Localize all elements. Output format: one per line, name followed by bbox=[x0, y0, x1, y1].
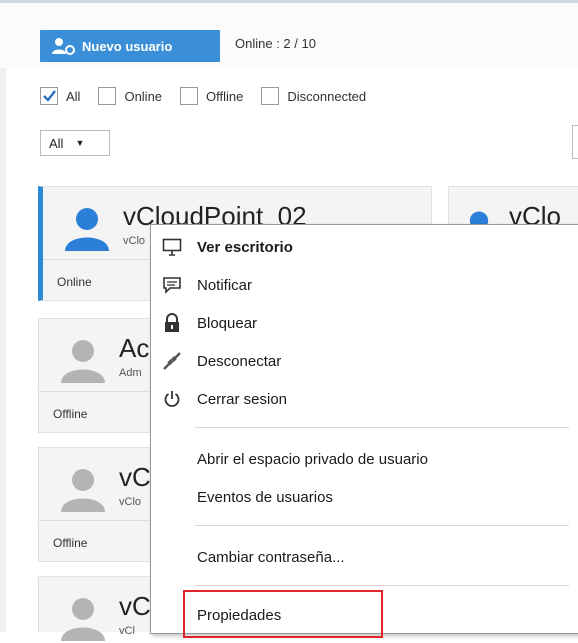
menu-item-lock[interactable]: Bloquear bbox=[151, 305, 571, 341]
group-select-value: All bbox=[49, 135, 64, 151]
menu-item-view-desktop[interactable]: Ver escritorio bbox=[151, 229, 571, 265]
menu-item-label: Ver escritorio bbox=[197, 238, 293, 256]
search-box-edge[interactable] bbox=[572, 125, 578, 159]
filter-offline-checkbox[interactable] bbox=[180, 87, 199, 105]
menu-item-user-events[interactable]: Eventos de usuarios bbox=[151, 479, 571, 515]
user-avatar-icon bbox=[61, 469, 105, 512]
user-avatar-icon bbox=[61, 340, 105, 383]
filter-offline-label: Offline bbox=[206, 88, 244, 104]
menu-item-label: Abrir el espacio privado de usuario bbox=[197, 450, 428, 468]
user-card-name: Ac bbox=[119, 333, 150, 363]
menu-item-label: Bloquear bbox=[197, 314, 258, 332]
online-count: Online : 2 / 10 bbox=[235, 36, 316, 51]
menu-item-label: Cambiar contraseña... bbox=[197, 548, 345, 566]
new-user-label: Nuevo usuario bbox=[82, 38, 173, 54]
menu-item-notify[interactable]: Notificar bbox=[151, 267, 571, 303]
filter-disconnected-checkbox[interactable] bbox=[261, 87, 280, 105]
new-user-button[interactable]: Nuevo usuario bbox=[40, 30, 220, 62]
window-left-edge bbox=[0, 0, 6, 632]
user-avatar-icon bbox=[61, 598, 105, 641]
menu-item-change-password[interactable]: Cambiar contraseña... bbox=[151, 539, 571, 575]
user-card-status: Offline bbox=[53, 536, 88, 550]
user-card-subtitle: vClo bbox=[123, 235, 146, 247]
filter-disconnected[interactable]: Disconnected bbox=[261, 87, 366, 105]
filter-all-checkbox[interactable] bbox=[40, 87, 58, 105]
menu-item-logout[interactable]: Cerrar sesion bbox=[151, 381, 571, 417]
menu-separator bbox=[195, 585, 569, 586]
power-icon bbox=[161, 389, 183, 409]
menu-item-label: Eventos de usuarios bbox=[197, 488, 333, 506]
menu-item-disconnect[interactable]: Desconectar bbox=[151, 343, 571, 379]
highlight-box bbox=[183, 590, 383, 638]
filter-offline[interactable]: Offline bbox=[180, 87, 243, 105]
menu-item-label: Cerrar sesion bbox=[197, 390, 288, 408]
context-menu: Ver escritorio Notificar Bloquear Descon… bbox=[150, 224, 578, 638]
user-card-status: Online bbox=[57, 275, 92, 289]
monitor-icon bbox=[161, 237, 183, 257]
menu-item-open-private-space[interactable]: Abrir el espacio privado de usuario bbox=[151, 441, 571, 477]
user-avatar-icon bbox=[65, 208, 109, 251]
user-card-name: vC bbox=[119, 462, 151, 492]
filter-online-checkbox[interactable] bbox=[98, 87, 117, 105]
check-icon bbox=[43, 90, 56, 102]
user-card-subtitle: Adm bbox=[119, 367, 142, 379]
user-card-subtitle: vCl bbox=[119, 625, 135, 637]
filter-disconnected-label: Disconnected bbox=[287, 88, 367, 104]
add-user-icon bbox=[50, 36, 76, 56]
chevron-down-icon: ▼ bbox=[75, 138, 85, 148]
filter-all-label: All bbox=[66, 88, 81, 104]
menu-separator bbox=[195, 427, 569, 428]
menu-separator bbox=[195, 525, 569, 526]
filter-online-label: Online bbox=[124, 88, 163, 104]
lock-icon bbox=[161, 313, 183, 333]
group-select[interactable]: All ▼ bbox=[40, 130, 110, 156]
disconnect-icon bbox=[161, 351, 183, 371]
message-icon bbox=[161, 275, 183, 295]
user-card-subtitle: vClo bbox=[119, 496, 142, 508]
status-filters: All Online Offline Disconnected bbox=[40, 84, 384, 108]
menu-item-label: Desconectar bbox=[197, 352, 282, 370]
filter-all[interactable]: All bbox=[40, 87, 80, 105]
user-card-name: vC bbox=[119, 591, 151, 621]
filter-online[interactable]: Online bbox=[98, 87, 162, 105]
menu-item-label: Notificar bbox=[197, 276, 253, 294]
user-card-status: Offline bbox=[53, 407, 88, 421]
